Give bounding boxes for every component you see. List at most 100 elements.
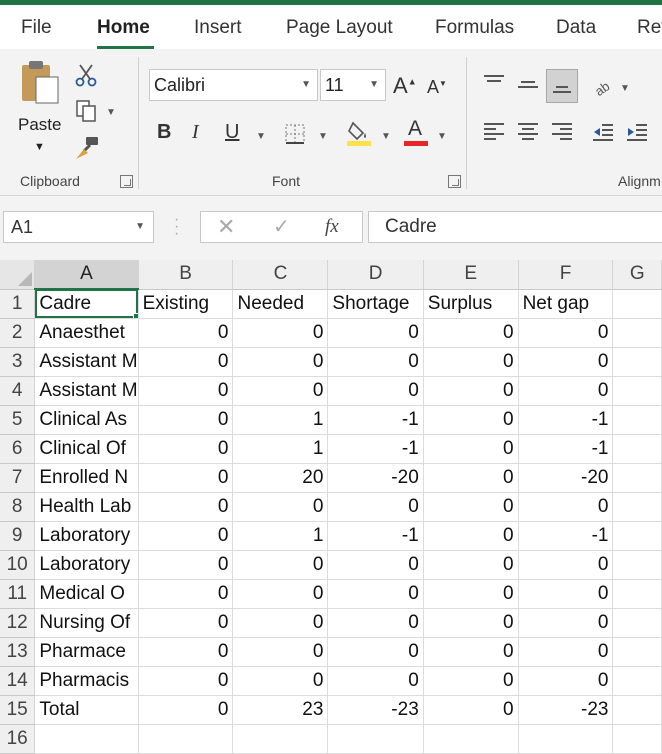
cell-b16[interactable] bbox=[138, 724, 234, 754]
align-right-icon[interactable] bbox=[552, 123, 572, 143]
cell-b5[interactable]: 0 bbox=[138, 405, 234, 435]
row-header[interactable]: 3 bbox=[0, 347, 36, 377]
tab-file[interactable]: File bbox=[21, 17, 52, 39]
cell-g16[interactable] bbox=[612, 724, 662, 754]
cell-e2[interactable]: 0 bbox=[423, 318, 519, 348]
fill-handle[interactable] bbox=[132, 312, 138, 317]
underline-dropdown-icon[interactable]: ▼ bbox=[256, 131, 266, 142]
fill-color-icon[interactable] bbox=[345, 119, 373, 147]
column-header-g[interactable]: G bbox=[612, 260, 662, 290]
cell-e6[interactable]: 0 bbox=[423, 434, 519, 464]
cell-d1[interactable]: Shortage bbox=[327, 289, 424, 319]
column-header-a[interactable]: A bbox=[34, 260, 139, 290]
cell-b14[interactable]: 0 bbox=[138, 666, 234, 696]
decrease-indent-icon[interactable] bbox=[592, 121, 614, 143]
cell-e13[interactable]: 0 bbox=[423, 637, 519, 667]
row-header[interactable]: 13 bbox=[0, 637, 36, 667]
cell-g14[interactable] bbox=[612, 666, 662, 696]
cell-c8[interactable]: 0 bbox=[232, 492, 329, 522]
cell-d12[interactable]: 0 bbox=[327, 608, 424, 638]
cell-e7[interactable]: 0 bbox=[423, 463, 519, 493]
cell-g13[interactable] bbox=[612, 637, 662, 667]
decrease-font-size-button[interactable]: A▼ bbox=[427, 77, 447, 98]
active-cell-a1[interactable]: Cadre bbox=[34, 289, 139, 319]
cell-d6[interactable]: -1 bbox=[327, 434, 424, 464]
cell-g7[interactable] bbox=[612, 463, 662, 493]
cell-a7[interactable]: Enrolled N bbox=[34, 463, 139, 493]
cell-d5[interactable]: -1 bbox=[327, 405, 424, 435]
cell-a13[interactable]: Pharmace bbox=[34, 637, 139, 667]
cell-g5[interactable] bbox=[612, 405, 662, 435]
cell-b15[interactable]: 0 bbox=[138, 695, 234, 725]
name-box[interactable]: A1 ▼ bbox=[3, 211, 154, 243]
cell-g6[interactable] bbox=[612, 434, 662, 464]
cell-d11[interactable]: 0 bbox=[327, 579, 424, 609]
cell-f16[interactable] bbox=[518, 724, 614, 754]
row-header[interactable]: 2 bbox=[0, 318, 36, 348]
cell-g8[interactable] bbox=[612, 492, 662, 522]
cell-f9[interactable]: -1 bbox=[518, 521, 614, 551]
copy-icon[interactable] bbox=[74, 99, 98, 123]
cell-b13[interactable]: 0 bbox=[138, 637, 234, 667]
paste-button[interactable]: Paste ▼ bbox=[14, 59, 64, 159]
cell-b11[interactable]: 0 bbox=[138, 579, 234, 609]
cell-a15[interactable]: Total bbox=[34, 695, 139, 725]
row-header[interactable]: 12 bbox=[0, 608, 36, 638]
cell-b9[interactable]: 0 bbox=[138, 521, 234, 551]
cell-a6[interactable]: Clinical Of bbox=[34, 434, 139, 464]
row-header[interactable]: 4 bbox=[0, 376, 36, 406]
cell-a8[interactable]: Health Lab bbox=[34, 492, 139, 522]
cell-a16[interactable] bbox=[34, 724, 139, 754]
row-header[interactable]: 8 bbox=[0, 492, 36, 522]
tab-review[interactable]: Rev bbox=[637, 17, 662, 39]
cell-g4[interactable] bbox=[612, 376, 662, 406]
cell-f5[interactable]: -1 bbox=[518, 405, 614, 435]
column-header-f[interactable]: F bbox=[518, 260, 614, 290]
cell-e1[interactable]: Surplus bbox=[423, 289, 519, 319]
formula-input[interactable]: Cadre bbox=[368, 211, 662, 243]
cell-c6[interactable]: 1 bbox=[232, 434, 329, 464]
cell-e9[interactable]: 0 bbox=[423, 521, 519, 551]
cell-f14[interactable]: 0 bbox=[518, 666, 614, 696]
cell-f11[interactable]: 0 bbox=[518, 579, 614, 609]
enter-icon[interactable]: ✓ bbox=[273, 212, 290, 242]
cell-e15[interactable]: 0 bbox=[423, 695, 519, 725]
font-size-select[interactable]: 11 ▼ bbox=[320, 69, 386, 101]
row-header[interactable]: 11 bbox=[0, 579, 36, 609]
cell-d13[interactable]: 0 bbox=[327, 637, 424, 667]
cell-f15[interactable]: -23 bbox=[518, 695, 614, 725]
increase-font-size-button[interactable]: A▲ bbox=[393, 73, 417, 99]
cell-f1[interactable]: Net gap bbox=[518, 289, 614, 319]
row-header[interactable]: 6 bbox=[0, 434, 36, 464]
cell-b10[interactable]: 0 bbox=[138, 550, 234, 580]
row-header[interactable]: 16 bbox=[0, 724, 36, 754]
cell-a11[interactable]: Medical O bbox=[34, 579, 139, 609]
cell-a4[interactable]: Assistant M bbox=[34, 376, 139, 406]
cell-d8[interactable]: 0 bbox=[327, 492, 424, 522]
cell-f4[interactable]: 0 bbox=[518, 376, 614, 406]
cut-icon[interactable] bbox=[74, 63, 98, 87]
cell-e3[interactable]: 0 bbox=[423, 347, 519, 377]
more-options-icon[interactable]: · · · bbox=[174, 212, 179, 242]
cell-e8[interactable]: 0 bbox=[423, 492, 519, 522]
cell-b12[interactable]: 0 bbox=[138, 608, 234, 638]
cell-d15[interactable]: -23 bbox=[327, 695, 424, 725]
cell-a9[interactable]: Laboratory bbox=[34, 521, 139, 551]
clipboard-launcher-icon[interactable] bbox=[120, 175, 133, 188]
tab-formulas[interactable]: Formulas bbox=[435, 17, 514, 39]
tab-page-layout[interactable]: Page Layout bbox=[286, 17, 393, 39]
cell-a2[interactable]: Anaesthet bbox=[34, 318, 139, 348]
cell-e16[interactable] bbox=[423, 724, 519, 754]
cell-b3[interactable]: 0 bbox=[138, 347, 234, 377]
cell-f12[interactable]: 0 bbox=[518, 608, 614, 638]
cell-d4[interactable]: 0 bbox=[327, 376, 424, 406]
tab-home[interactable]: Home bbox=[97, 17, 150, 39]
cell-g3[interactable] bbox=[612, 347, 662, 377]
cell-g1[interactable] bbox=[612, 289, 662, 319]
borders-icon[interactable] bbox=[284, 123, 306, 145]
row-header[interactable]: 9 bbox=[0, 521, 36, 551]
column-header-b[interactable]: B bbox=[138, 260, 234, 290]
cell-d2[interactable]: 0 bbox=[327, 318, 424, 348]
cell-d3[interactable]: 0 bbox=[327, 347, 424, 377]
font-color-dropdown-icon[interactable]: ▼ bbox=[437, 131, 447, 142]
